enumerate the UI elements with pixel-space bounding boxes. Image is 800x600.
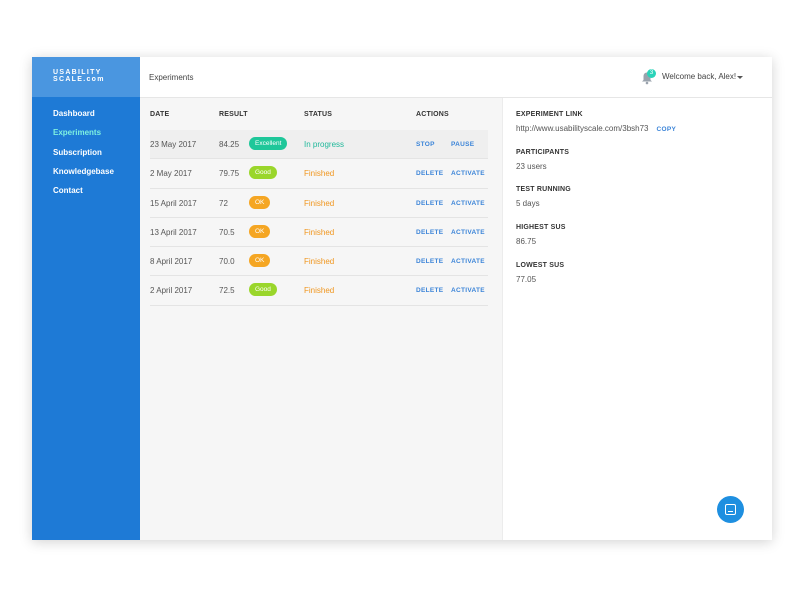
copy-button[interactable]: COPY [657, 126, 677, 133]
notification-badge: 3 [647, 69, 656, 78]
row-status: Finished [304, 198, 335, 208]
highest-sus-value: 86.75 [516, 237, 537, 246]
logo-line1: USABILITY [53, 69, 102, 76]
sidebar-item-contact[interactable]: Contact [32, 185, 140, 204]
delete-button[interactable]: DELETE [416, 258, 443, 265]
table-row[interactable]: 13 April 2017 70.5 OK Finished DELETE AC… [150, 218, 488, 248]
row-status: Finished [304, 257, 335, 267]
table-row[interactable]: 23 May 2017 84.25 Excellent In progress … [150, 130, 488, 160]
row-date: 2 May 2017 [150, 169, 192, 179]
delete-button[interactable]: DELETE [416, 200, 443, 207]
row-status: In progress [304, 140, 345, 149]
row-status: Finished [304, 169, 335, 179]
column-header-result[interactable]: RESULT [219, 111, 248, 118]
test-running-section: TEST RUNNING 5 days [516, 186, 571, 208]
sidebar-item-dashboard[interactable]: Dashboard [32, 108, 140, 127]
experiment-link-value[interactable]: http://www.usabilityscale.com/3bsh73 [516, 124, 649, 133]
participants-label: PARTICIPANTS [516, 149, 570, 156]
row-date: 2 April 2017 [150, 286, 193, 296]
row-date: 13 April 2017 [150, 227, 197, 237]
grade-badge: OK [249, 254, 271, 268]
participants-value: 23 users [516, 162, 547, 171]
chat-icon [725, 504, 736, 515]
top-bar: Experiments 3 Welcome back, Alex! [140, 57, 772, 98]
table-row[interactable]: 2 April 2017 72.5 Good Finished DELETE A… [150, 276, 488, 306]
column-header-status[interactable]: STATUS [304, 111, 332, 118]
pause-button[interactable]: PAUSE [451, 141, 474, 148]
participants-section: PARTICIPANTS 23 users [516, 149, 569, 171]
experiment-details-panel: EXPERIMENT LINK http://www.usabilityscal… [502, 98, 772, 540]
sidebar-nav: Dashboard Experiments Subscription Knowl… [32, 97, 140, 204]
chevron-down-icon[interactable] [737, 76, 743, 79]
row-date: 15 April 2017 [150, 198, 197, 208]
delete-button[interactable]: DELETE [416, 287, 443, 294]
logo[interactable]: USABILITY SCALE.com [32, 57, 140, 97]
row-score: 72 [219, 198, 228, 208]
stop-button[interactable]: STOP [416, 141, 435, 148]
page-title: Experiments [149, 73, 194, 82]
activate-button[interactable]: ACTIVATE [451, 229, 485, 236]
lowest-sus-value: 77.05 [516, 275, 537, 284]
experiment-link-label: EXPERIMENT LINK [516, 111, 583, 118]
column-header-date[interactable]: DATE [150, 111, 169, 118]
experiments-table: DATE RESULT STATUS ACTIONS 23 May 2017 8… [140, 98, 502, 540]
app-window: USABILITY SCALE.com Dashboard Experiment… [32, 57, 772, 540]
sidebar: USABILITY SCALE.com Dashboard Experiment… [32, 57, 140, 540]
sidebar-item-experiments[interactable]: Experiments [32, 127, 140, 146]
experiment-link-section: EXPERIMENT LINK http://www.usabilityscal… [516, 111, 676, 133]
user-menu-label[interactable]: Welcome back, Alex! [662, 72, 736, 81]
sidebar-item-subscription[interactable]: Subscription [32, 147, 140, 166]
activate-button[interactable]: ACTIVATE [451, 258, 485, 265]
delete-button[interactable]: DELETE [416, 229, 443, 236]
activate-button[interactable]: ACTIVATE [451, 170, 485, 177]
row-score: 70.5 [219, 227, 235, 237]
row-status: Finished [304, 286, 335, 296]
highest-sus-label: HIGHEST SUS [516, 224, 566, 231]
row-score: 84.25 [219, 140, 240, 149]
sidebar-item-knowledgebase[interactable]: Knowledgebase [32, 166, 140, 185]
logo-line2: SCALE.com [53, 76, 105, 83]
delete-button[interactable]: DELETE [416, 170, 443, 177]
row-date: 23 May 2017 [150, 140, 197, 149]
grade-badge: OK [249, 224, 271, 238]
test-running-value: 5 days [516, 199, 540, 208]
row-score: 79.75 [219, 169, 240, 179]
row-date: 8 April 2017 [150, 257, 193, 267]
row-score: 72.5 [219, 286, 235, 296]
grade-badge: Good [249, 166, 277, 180]
table-row[interactable]: 8 April 2017 70.0 OK Finished DELETE ACT… [150, 247, 488, 277]
table-row[interactable]: 15 April 2017 72 OK Finished DELETE ACTI… [150, 189, 488, 218]
column-header-actions: ACTIONS [416, 111, 449, 118]
activate-button[interactable]: ACTIVATE [451, 287, 485, 294]
chat-button[interactable] [717, 496, 744, 523]
grade-badge: Good [249, 283, 277, 297]
table-row[interactable]: 2 May 2017 79.75 Good Finished DELETE AC… [150, 159, 488, 189]
test-running-label: TEST RUNNING [516, 186, 571, 193]
lowest-sus-section: LOWEST SUS 77.05 [516, 262, 564, 284]
row-score: 70.0 [219, 257, 235, 267]
grade-badge: OK [249, 195, 271, 209]
lowest-sus-label: LOWEST SUS [516, 262, 565, 269]
table-header: DATE RESULT STATUS ACTIONS [140, 98, 502, 130]
row-status: Finished [304, 227, 335, 237]
highest-sus-section: HIGHEST SUS 86.75 [516, 224, 566, 246]
activate-button[interactable]: ACTIVATE [451, 200, 485, 207]
grade-badge: Excellent [249, 137, 288, 150]
